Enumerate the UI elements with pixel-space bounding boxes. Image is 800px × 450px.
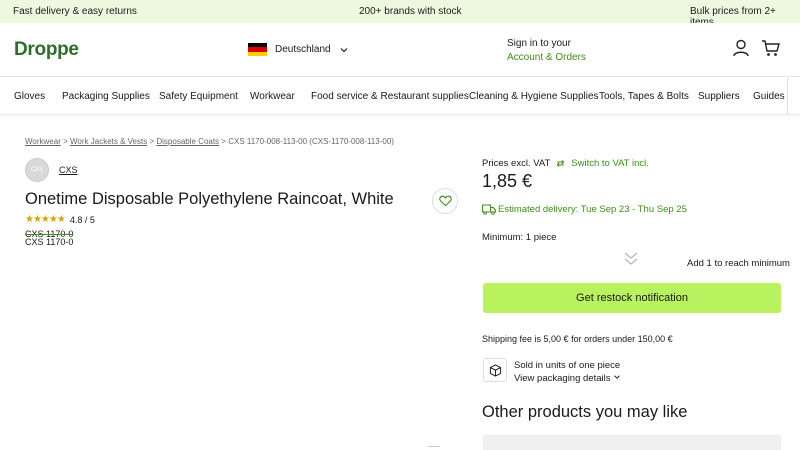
sold-in-units: Sold in units of one piece [514,360,621,371]
breadcrumb-jackets[interactable]: Work Jackets & Vests [70,137,147,146]
units-info: Sold in units of one piece View packagin… [514,359,621,385]
rating-value: 4.8 / 5 [69,214,95,225]
chevron-down-icon [340,47,348,52]
breadcrumb-current: CXS 1170-008-113-00 (CXS-1170-008-113-00… [228,137,394,146]
box-icon [489,363,501,377]
double-chevron-down-icon [624,252,638,265]
swap-icon[interactable] [556,159,565,168]
cart-icon[interactable] [761,38,781,58]
nav-item-packaging[interactable]: Packaging Supplies [62,91,150,102]
chevron-down-icon [614,375,620,379]
nav-item-gloves[interactable]: Gloves [14,91,45,102]
brand-logo[interactable]: CXS [25,158,49,182]
packaging-details-label: View packaging details [514,373,611,384]
nav-item-guides[interactable]: Guides [753,91,785,102]
heart-icon [438,195,452,207]
nav-divider [787,78,788,115]
switch-vat-link[interactable]: Switch to VAT incl. [571,158,649,169]
signin-text: Sign in to your [507,38,571,49]
country-selector[interactable]: Deutschland [248,43,349,56]
delivery-text: Estimated delivery: Tue Sep 23 - Thu Sep… [498,204,687,215]
shipping-fee-note: Shipping fee is 5,00 € for orders under … [482,334,673,344]
breadcrumb-workwear[interactable]: Workwear [25,137,61,146]
package-icon-box [483,358,507,382]
breadcrumb: Workwear > Work Jackets & Vests > Dispos… [25,137,394,146]
nav-item-suppliers[interactable]: Suppliers [698,91,740,102]
nav-item-safety[interactable]: Safety Equipment [159,91,238,102]
germany-flag-icon [248,43,267,56]
star-rating-icon: ★★★★★ [25,214,66,225]
rating[interactable]: ★★★★★ 4.8 / 5 [25,214,95,225]
category-nav: Gloves Packaging Supplies Safety Equipme… [0,78,800,115]
delivery-estimate: Estimated delivery: Tue Sep 23 - Thu Sep… [482,204,687,215]
promo-brands: 200+ brands with stock [359,6,462,17]
brand-link[interactable]: CXS [59,165,78,175]
nav-item-tools[interactable]: Tools, Tapes & Bolts [599,91,689,102]
related-product-card[interactable] [483,435,781,450]
related-heading: Other products you may like [482,403,688,421]
truck-icon [482,204,496,215]
account-orders-link[interactable]: Account & Orders [507,51,586,65]
nav-item-workwear[interactable]: Workwear [250,91,295,102]
prices-excl-vat-label: Prices excl. VAT [482,158,551,169]
promo-delivery: Fast delivery & easy returns [13,6,137,17]
brand-row: CXS CXS [25,158,78,182]
packaging-details-link[interactable]: View packaging details [514,372,621,385]
nav-item-foodservice[interactable]: Food service & Restaurant supplies [311,91,469,102]
price: 1,85 € [482,171,533,191]
promo-bar: Fast delivery & easy returns 200+ brands… [0,0,800,28]
site-header: Droppe Deutschland Sign in to your Accou… [0,23,800,77]
country-label: Deutschland [275,44,331,55]
price-vat-row: Prices excl. VAT Switch to VAT incl. [482,158,649,169]
signin-block[interactable]: Sign in to your Account & Orders [507,37,586,65]
product-title: Onetime Disposable Polyethylene Raincoat… [25,190,394,208]
nav-item-cleaning[interactable]: Cleaning & Hygiene Supplies [469,91,599,102]
breadcrumb-sep-icon: > [63,137,70,146]
breadcrumb-coats[interactable]: Disposable Coats [156,137,219,146]
user-icon[interactable] [731,38,751,58]
restock-notification-button[interactable]: Get restock notification [483,283,781,313]
gallery-indicator [428,446,440,450]
minimum-order: Minimum: 1 piece [482,232,557,243]
favorite-button[interactable] [432,188,458,214]
sku: CXS 1170-0 [25,237,74,247]
add-to-minimum-text: Add 1 to reach minimum [687,258,790,269]
logo[interactable]: Droppe [14,39,79,61]
